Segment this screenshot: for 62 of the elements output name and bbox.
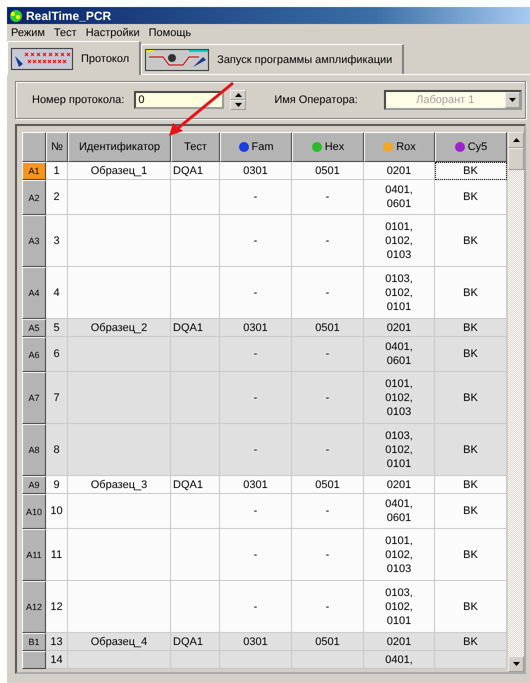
table-cell: 14 [46, 651, 68, 669]
menu-item[interactable]: Режим [7, 27, 50, 39]
column-header[interactable]: Идентификатор [68, 132, 171, 162]
up-arrow-icon [234, 93, 242, 97]
well-label[interactable]: A5 [22, 319, 46, 337]
well-label[interactable] [22, 651, 46, 669]
table-row[interactable]: A1 1 Образец_1 DQA1 0301 0501 0201 BK [22, 162, 508, 180]
column-header[interactable]: Hex [292, 132, 364, 162]
table-row[interactable]: A9 9 Образец_3 DQA1 0301 0501 0201 BK [22, 476, 508, 494]
table-row[interactable]: A10 10 - - 0401, 0601 BK [22, 494, 508, 529]
caret-icon [508, 98, 516, 102]
table-row[interactable]: A2 2 - - 0401, 0601 BK [22, 180, 508, 215]
well-label[interactable]: A10 [22, 494, 46, 529]
menu-item[interactable]: Настройки [82, 27, 145, 39]
field-label: Имя Оператора: [274, 94, 358, 106]
well-label[interactable]: A11 [22, 529, 46, 581]
tab[interactable]: Протокол [7, 41, 142, 75]
table-row[interactable]: A11 11 - - 0101, 0102, 0103 BK [22, 529, 508, 581]
table-row[interactable]: A5 5 Образец_2 DQA1 0301 0501 0201 BK [22, 319, 508, 337]
down-arrow-icon [234, 103, 242, 107]
amplification-program-icon [145, 48, 210, 70]
well-label[interactable]: A4 [22, 267, 46, 319]
field-label: Номер протокола: [32, 94, 124, 106]
scroll-thumb[interactable] [508, 148, 524, 170]
corner-header [22, 132, 46, 162]
annotation-arrow [167, 81, 235, 137]
table-row[interactable]: 14 0401, [22, 651, 508, 669]
table-row[interactable]: A7 7 - - 0101, 0102, 0103 BK [22, 372, 508, 424]
tab[interactable]: Запуск программы амплификации [141, 44, 404, 74]
scroll-bar[interactable] [508, 132, 524, 672]
app-logo-icon [9, 8, 23, 22]
menu-item[interactable]: Помощь [144, 27, 196, 39]
table-row[interactable]: A3 3 - - 0101, 0102, 0103 BK [22, 215, 508, 267]
table-row[interactable]: B1 13 Образец_4 DQA1 0301 0501 0201 BK [22, 633, 508, 651]
column-header[interactable]: Fam [220, 132, 292, 162]
table-row[interactable]: A4 4 - - 0103, 0102, 0101 BK [22, 267, 508, 319]
scroll-up-button[interactable] [508, 132, 524, 148]
column-header[interactable]: Тест [171, 132, 220, 162]
column-header[interactable]: Cy5 [435, 132, 507, 162]
well-label[interactable]: A12 [22, 581, 46, 633]
well-label[interactable]: B1 [22, 633, 46, 651]
scroll-down-button[interactable] [508, 656, 524, 672]
menu-item[interactable]: Тест [50, 27, 82, 39]
table-cell: 0401, [364, 651, 435, 669]
well-label[interactable]: A6 [22, 337, 46, 372]
well-label[interactable]: A9 [22, 476, 46, 494]
well-label[interactable]: A1 [22, 162, 46, 180]
well-label[interactable]: A8 [22, 424, 46, 476]
up-arrow-icon [512, 138, 520, 142]
down-arrow-icon [512, 662, 520, 666]
table-row[interactable]: A12 12 - - 0103, 0102, 0101 BK [22, 581, 508, 633]
column-header[interactable]: № [46, 132, 68, 162]
well-label[interactable]: A2 [22, 180, 46, 215]
well-label[interactable]: A7 [22, 372, 46, 424]
window-title: RealTime_PCR [26, 8, 112, 22]
protocol-number-field[interactable]: 0 [134, 91, 224, 109]
table-row[interactable]: A6 6 - - 0401, 0601 BK [22, 337, 508, 372]
column-header[interactable]: Rox [364, 132, 435, 162]
table-row[interactable]: A8 8 - - 0103, 0102, 0101 BK [22, 424, 508, 476]
spin-control[interactable] [230, 90, 246, 110]
plate-grid-icon [11, 48, 73, 70]
well-label[interactable]: A3 [22, 215, 46, 267]
